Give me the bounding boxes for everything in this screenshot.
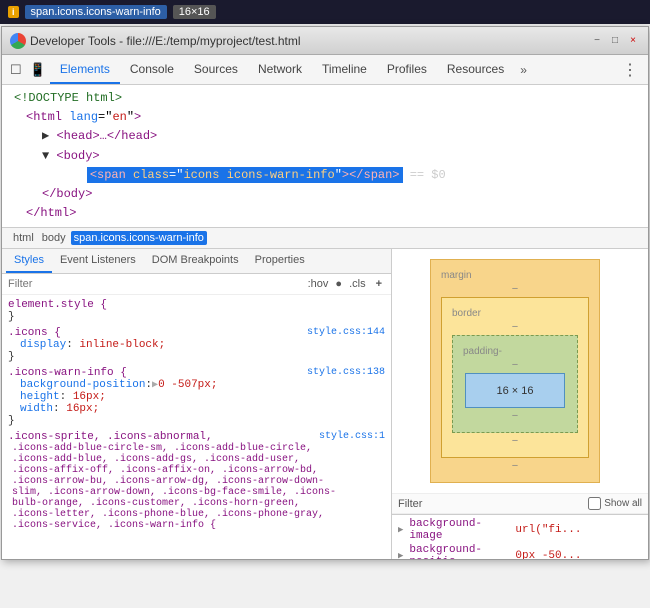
css-rule-icons: .icons {style.css:144 display: inline-bl… — [8, 327, 385, 363]
html-line-body-close: </body> — [10, 185, 640, 204]
sub-tab-dom-breakpoints[interactable]: DOM Breakpoints — [144, 249, 247, 273]
css-rule-sprite: .icons-sprite, .icons-abnormal,style.css… — [8, 431, 385, 531]
hover-button[interactable]: :hov — [305, 277, 332, 291]
more-tabs-button[interactable]: » — [514, 59, 533, 81]
tab-profiles[interactable]: Profiles — [377, 56, 437, 84]
box-border: border − padding- − — [441, 297, 589, 458]
main-toolbar: ☐ 📱 Elements Console Sources Network Tim… — [2, 55, 648, 85]
margin-bottom[interactable]: − — [512, 460, 518, 472]
add-rule-button[interactable]: + — [373, 277, 385, 291]
computed-filter-label: Filter — [398, 498, 422, 510]
computed-filter-bar: Filter Show all — [392, 493, 648, 514]
box-margin: margin − border − padding- — [430, 259, 600, 483]
css-source-warn[interactable]: style.css:138 — [307, 367, 385, 378]
border-bottom[interactable]: − — [512, 435, 518, 447]
filter-bar: :hov ● .cls + — [2, 274, 391, 295]
border-top[interactable]: − — [512, 321, 518, 333]
prop-expand-bg-image[interactable]: ▶ — [398, 525, 403, 535]
html-line-doctype: <!DOCTYPE html> — [10, 89, 640, 108]
box-model: margin − border − padding- — [392, 249, 648, 493]
html-line-body: ▼ <body> — [10, 147, 640, 166]
html-line-head: ▶ <head>…</head> — [10, 127, 640, 146]
content-size: 16 × 16 — [496, 385, 533, 397]
prop-value-bg-image: url("fi... — [515, 524, 642, 536]
margin-label: margin — [441, 270, 472, 281]
chrome-icon — [10, 33, 26, 49]
tab-elements[interactable]: Elements — [50, 56, 120, 84]
padding-bottom[interactable]: − — [512, 410, 518, 422]
css-rule-icons-warn-info: .icons-warn-info {style.css:138 backgrou… — [8, 367, 385, 427]
sub-tabs: Styles Event Listeners DOM Breakpoints P… — [2, 249, 391, 274]
box-content[interactable]: 16 × 16 — [465, 373, 565, 408]
prop-expand-bg-pos[interactable]: ▶ — [398, 551, 403, 559]
sub-tab-styles[interactable]: Styles — [6, 249, 52, 273]
breadcrumb-span[interactable]: span.icons.icons-warn-info — [71, 231, 207, 245]
border-label: border — [452, 308, 481, 319]
padding-top[interactable]: − — [512, 359, 518, 371]
tab-sources[interactable]: Sources — [184, 56, 248, 84]
minimize-button[interactable]: − — [590, 34, 604, 48]
breadcrumb-html[interactable]: html — [10, 231, 37, 245]
window-controls: − □ × — [590, 34, 640, 48]
margin-top[interactable]: − — [512, 283, 518, 295]
nav-tabs: Elements Console Sources Network Timelin… — [50, 56, 616, 84]
prop-background-position[interactable]: ▶ background-positio... 0px -50... — [392, 543, 648, 559]
maximize-button[interactable]: □ — [608, 34, 622, 48]
tab-network[interactable]: Network — [248, 56, 312, 84]
bottom-panel: Styles Event Listeners DOM Breakpoints P… — [2, 249, 648, 559]
css-source-sprite[interactable]: style.css:1 — [319, 431, 385, 442]
tooltip-label: span.icons.icons-warn-info — [25, 5, 167, 19]
tab-console[interactable]: Console — [120, 56, 184, 84]
tooltip-icon: i — [8, 6, 19, 18]
html-line-html: <html lang="en"> — [10, 108, 640, 127]
filter-dot: ● — [335, 278, 342, 290]
tooltip-bar: i span.icons.icons-warn-info 16×16 — [0, 0, 650, 24]
sub-tab-event-listeners[interactable]: Event Listeners — [52, 249, 144, 273]
breadcrumb-body[interactable]: body — [39, 231, 69, 245]
show-all-label[interactable]: Show all — [588, 497, 642, 510]
menu-dots[interactable]: ⋮ — [616, 58, 644, 82]
filter-buttons: :hov ● .cls + — [305, 277, 385, 291]
show-all-text: Show all — [604, 498, 642, 509]
box-pane: margin − border − padding- — [392, 249, 648, 559]
styles-pane: Styles Event Listeners DOM Breakpoints P… — [2, 249, 392, 559]
sub-tab-properties[interactable]: Properties — [247, 249, 313, 273]
html-line-span[interactable]: <span class="icons icons-warn-info"></sp… — [10, 166, 640, 185]
prop-background-image[interactable]: ▶ background-image url("fi... — [392, 517, 648, 543]
close-button[interactable]: × — [626, 34, 640, 48]
css-rule-element-style: element.style { } — [8, 299, 385, 323]
prop-name-bg-image: background-image — [409, 518, 509, 542]
show-all-checkbox[interactable] — [588, 497, 601, 510]
prop-name-bg-pos: background-positio... — [409, 544, 509, 559]
inspect-element-button[interactable]: ☐ — [6, 58, 26, 82]
computed-props-panel: ▶ background-image url("fi... ▶ backgrou… — [392, 514, 648, 559]
html-line-html-close: </html> — [10, 204, 640, 223]
css-rules: element.style { } .icons {style.css:144 … — [2, 295, 391, 559]
tab-resources[interactable]: Resources — [437, 56, 514, 84]
css-source-icons[interactable]: style.css:144 — [307, 327, 385, 338]
title-bar: Developer Tools - file:///E:/temp/myproj… — [2, 27, 648, 55]
devtools-window: Developer Tools - file:///E:/temp/myproj… — [1, 26, 649, 560]
breadcrumb: html body span.icons.icons-warn-info — [2, 228, 648, 249]
prop-value-bg-pos: 0px -50... — [515, 550, 642, 559]
html-panel: <!DOCTYPE html> <html lang="en"> ▶ <head… — [2, 85, 648, 228]
tooltip-size: 16×16 — [173, 5, 216, 19]
window-title: Developer Tools - file:///E:/temp/myproj… — [30, 34, 301, 48]
filter-input[interactable] — [8, 278, 299, 290]
box-padding: padding- − 16 × 16 − — [452, 335, 578, 433]
tab-timeline[interactable]: Timeline — [312, 56, 377, 84]
padding-label: padding- — [463, 346, 502, 357]
cls-button[interactable]: .cls — [346, 277, 369, 291]
device-mode-button[interactable]: 📱 — [26, 58, 50, 82]
